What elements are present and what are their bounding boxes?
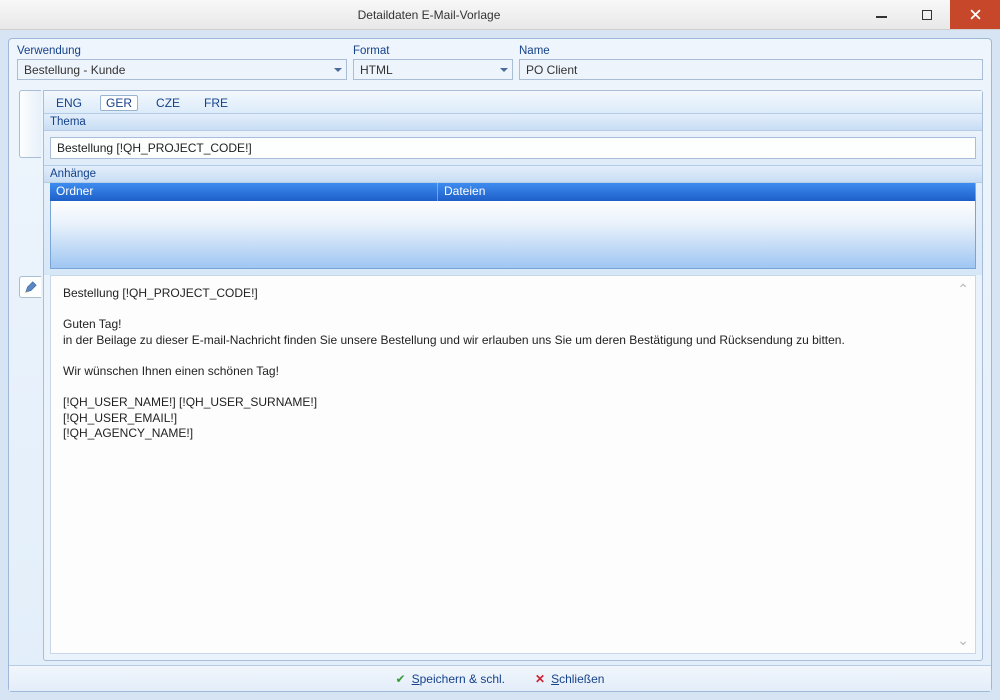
vertical-tab-main[interactable] [19,90,41,158]
close-button[interactable]: ✕ Schließen [535,672,604,686]
attachments-grid-body[interactable] [50,201,976,269]
window-titlebar: Detaildaten E-Mail-Vorlage [0,0,1000,30]
section-thema-header: Thema [44,113,982,131]
dialog-footer: ✔ Speichern & schl. ✕ Schließen [9,665,991,691]
subject-field[interactable]: Bestellung [!QH_PROJECT_CODE!] [50,137,976,159]
format-label: Format [353,45,513,57]
col-files[interactable]: Dateien [438,183,976,201]
format-dropdown[interactable]: HTML [353,59,513,80]
edit-tool-button[interactable] [19,276,41,298]
vertical-tabstrip [17,90,43,661]
language-tabs: ENG GER CZE FRE [44,91,982,113]
scroll-up-icon: ⌃ [957,280,969,298]
name-label: Name [519,45,983,57]
usage-dropdown[interactable]: Bestellung - Kunde [17,59,347,80]
tab-eng[interactable]: ENG [50,95,88,111]
main-panel: ENG GER CZE FRE Thema Bestellung [!QH_PR… [43,90,983,661]
usage-label: Verwendung [17,45,347,57]
name-field[interactable]: PO Client [519,59,983,80]
body-editor[interactable]: ⌃ Bestellung [!QH_PROJECT_CODE!] Guten Ta… [50,275,976,654]
chevron-down-icon [500,68,508,72]
subject-field-value: Bestellung [!QH_PROJECT_CODE!] [57,141,252,155]
body-editor-content: Bestellung [!QH_PROJECT_CODE!] Guten Tag… [63,286,845,440]
close-icon: ✕ [535,672,545,686]
window-maximize-button[interactable] [904,0,950,29]
tab-fre[interactable]: FRE [198,95,234,111]
window-close-button[interactable] [950,0,1000,29]
usage-dropdown-value: Bestellung - Kunde [24,63,125,77]
chevron-down-icon [334,68,342,72]
window-minimize-button[interactable] [858,0,904,29]
window-title: Detaildaten E-Mail-Vorlage [0,8,858,22]
col-folder[interactable]: Ordner [50,183,438,201]
header-fields: Verwendung Bestellung - Kunde Format HTM… [9,39,991,90]
save-and-close-button[interactable]: ✔ Speichern & schl. [396,672,505,686]
section-attachments-header: Anhänge [44,165,982,183]
tab-ger[interactable]: GER [100,95,138,111]
attachments-grid-header: Ordner Dateien [50,183,976,201]
tab-cze[interactable]: CZE [150,95,186,111]
name-field-value: PO Client [526,63,577,77]
format-dropdown-value: HTML [360,63,393,77]
pencil-icon [24,280,38,294]
check-icon: ✔ [396,672,406,686]
scroll-down-icon: ⌄ [957,631,969,649]
